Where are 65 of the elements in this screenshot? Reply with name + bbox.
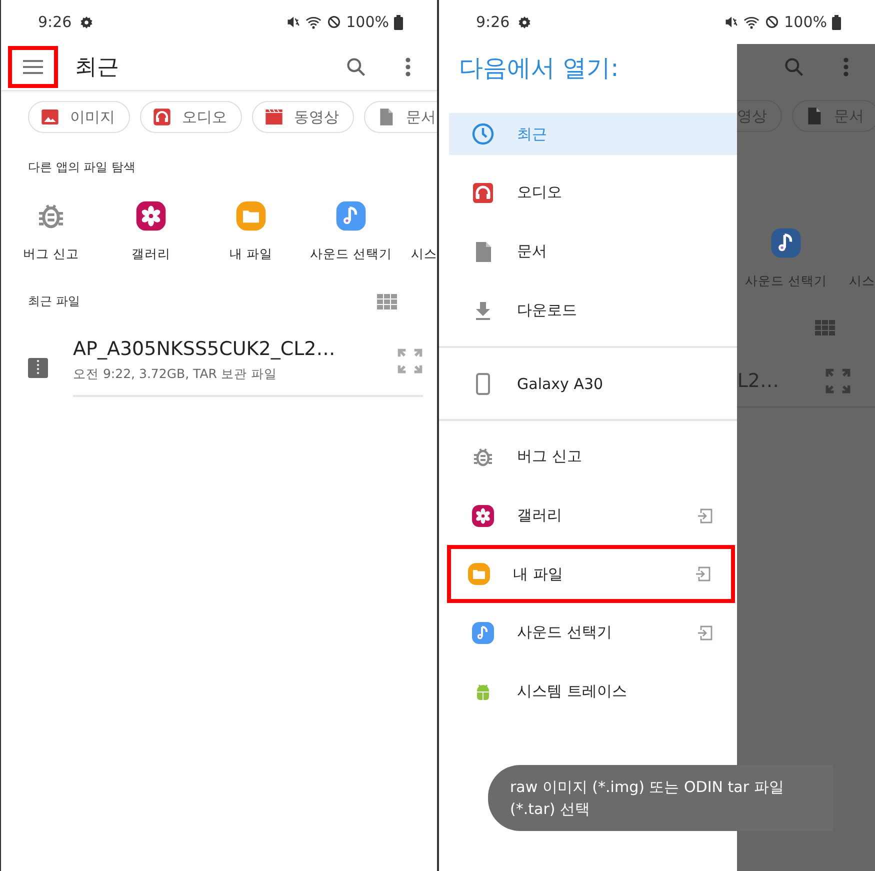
toast-message: raw 이미지 (*.img) 또는 ODIN tar 파일 (*.tar) 선택	[488, 765, 833, 831]
music-note-icon	[335, 200, 367, 232]
grid-view-icon[interactable]	[377, 294, 397, 310]
clapperboard-icon	[264, 107, 284, 127]
more-options-icon[interactable]	[405, 57, 411, 77]
settings-icon	[80, 16, 93, 28]
search-icon[interactable]	[345, 56, 367, 78]
drawer-item[interactable]: 오디오	[449, 163, 737, 222]
drawer-item[interactable]: 내 파일	[447, 545, 735, 603]
flower-icon	[135, 200, 167, 232]
headphones-icon	[471, 180, 495, 204]
app-shortcut[interactable]: 내 파일	[201, 200, 301, 263]
open-in-app-icon	[695, 566, 711, 582]
app-shortcut[interactable]: 사운드 선택기	[301, 200, 401, 263]
drawer-item[interactable]: 다운로드	[449, 281, 737, 340]
clock-time: 9:26	[38, 13, 72, 31]
battery-level: 100%	[784, 13, 827, 31]
archive-icon	[28, 358, 48, 378]
search-icon[interactable]	[783, 56, 805, 78]
folder-icon	[235, 200, 267, 232]
battery-icon	[394, 14, 403, 30]
mute-icon	[724, 15, 738, 29]
category-chip[interactable]: 문서	[364, 101, 437, 133]
mute-icon	[286, 15, 300, 29]
category-chip[interactable]: 동영상	[252, 101, 354, 133]
battery-icon	[832, 14, 841, 30]
app-shortcut[interactable]: 버그 신고	[1, 200, 101, 263]
do-not-disturb-icon	[765, 15, 780, 29]
settings-icon	[518, 16, 531, 28]
more-options-icon[interactable]	[843, 57, 849, 77]
music-note-icon	[770, 227, 802, 259]
drawer-item[interactable]: 버그 신고	[449, 427, 737, 486]
menu-icon	[23, 60, 43, 74]
headphones-icon	[152, 107, 172, 127]
section-title: 최근 파일	[28, 293, 80, 310]
app-shortcut[interactable]: 갤러리	[101, 200, 201, 263]
clock-time: 9:26	[476, 13, 510, 31]
category-chip[interactable]: 이미지	[28, 101, 130, 133]
drawer-item[interactable]: Galaxy A30	[449, 354, 737, 413]
section-title: 다른 앱의 파일 탐색	[27, 159, 136, 176]
music-note-icon	[471, 620, 495, 644]
open-in-app-icon	[697, 624, 713, 640]
clock-icon	[471, 122, 495, 146]
do-not-disturb-icon	[327, 15, 342, 29]
expand-icon[interactable]	[397, 348, 423, 374]
file-details: 오전 9:22, 3.72GB, TAR 보관 파일	[73, 366, 278, 383]
drawer-item[interactable]: 문서	[449, 222, 737, 281]
wifi-icon	[743, 14, 760, 30]
wifi-icon	[305, 14, 322, 30]
image-icon	[40, 107, 60, 127]
menu-button[interactable]	[8, 46, 58, 88]
grid-view-icon[interactable]	[815, 320, 835, 336]
screen-title: 최근	[75, 54, 120, 82]
expand-icon[interactable]	[825, 368, 851, 394]
open-in-app-icon	[697, 508, 713, 524]
drawer-title: 다음에서 열기:	[458, 53, 620, 84]
drawer-item[interactable]: 갤러리	[449, 486, 737, 545]
drawer-item[interactable]: 사운드 선택기	[449, 603, 737, 662]
file-name[interactable]: AP_A305NKSS5CUK2_CL2…	[73, 338, 397, 360]
category-chip[interactable]: 오디오	[140, 101, 242, 133]
flower-icon	[471, 504, 495, 528]
drawer-item[interactable]: 시스템 트레이스	[449, 662, 737, 721]
folder-icon	[467, 562, 491, 586]
app-shortcut[interactable]: 시스	[411, 200, 437, 263]
battery-level: 100%	[346, 13, 389, 31]
